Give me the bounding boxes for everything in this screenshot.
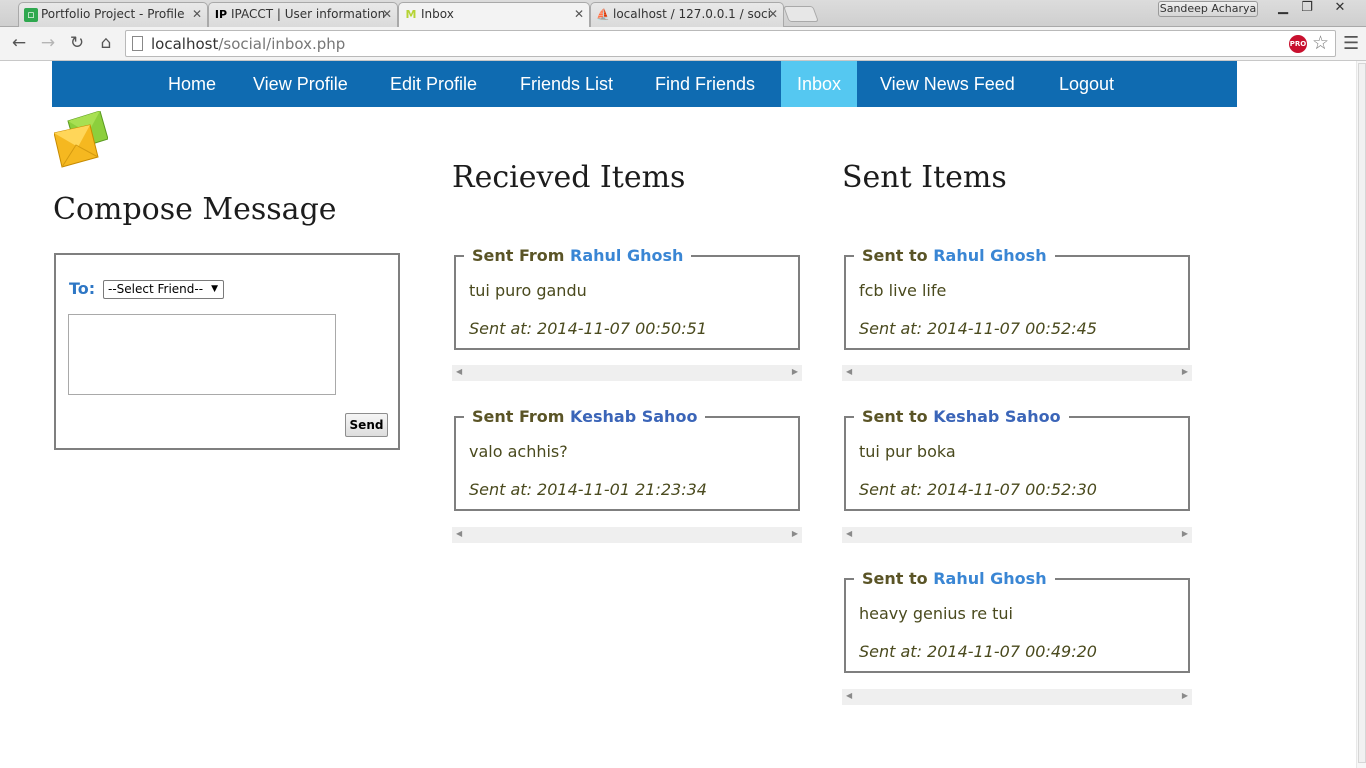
portfolio-icon: ▫ xyxy=(24,8,38,22)
send-button[interactable]: Send xyxy=(345,413,388,437)
tab-title: Inbox xyxy=(421,7,454,21)
message-body: tui puro gandu xyxy=(469,281,587,300)
page-viewport: Home View Profile Edit Profile Friends L… xyxy=(0,61,1366,768)
recipient-link[interactable]: Rahul Ghosh xyxy=(933,246,1046,265)
nav-view-news-feed[interactable]: View News Feed xyxy=(864,61,1031,107)
message-body: fcb live life xyxy=(859,281,947,300)
scroll-right-icon[interactable]: ▶ xyxy=(1182,367,1188,376)
tab-title: IPACCT | User information xyxy=(231,7,386,21)
to-label: To: xyxy=(69,279,96,298)
vertical-scrollbar[interactable] xyxy=(1356,61,1366,768)
browser-tab-portfolio[interactable]: ▫ Portfolio Project - Profile ✕ xyxy=(18,2,208,27)
horizontal-scrollbar[interactable]: ◀ ▶ xyxy=(452,527,802,543)
browser-menu-icon[interactable]: ☰ xyxy=(1343,33,1359,54)
message-sender: Sent From Rahul Ghosh xyxy=(464,246,692,266)
scroll-right-icon[interactable]: ▶ xyxy=(792,367,798,376)
message-timestamp: Sent at: 2014-11-07 00:52:45 xyxy=(859,319,1097,338)
minimize-icon[interactable]: ▁ xyxy=(1272,1,1294,17)
recipient-link[interactable]: Rahul Ghosh xyxy=(933,569,1046,588)
friend-select-value: --Select Friend-- xyxy=(108,282,204,296)
extension-pro-icon[interactable]: PRO xyxy=(1289,35,1307,53)
message-textarea[interactable] xyxy=(68,314,336,395)
browser-toolbar: ← → ↻ ⌂ localhost/social/inbox.php PRO ☆… xyxy=(0,27,1366,61)
envelope-icon xyxy=(54,111,108,168)
nav-edit-profile[interactable]: Edit Profile xyxy=(374,61,493,107)
browser-profile-button[interactable]: Sandeep Acharya xyxy=(1158,1,1258,17)
horizontal-scrollbar[interactable]: ◀ ▶ xyxy=(842,527,1192,543)
message-sender: Sent From Keshab Sahoo xyxy=(464,407,706,427)
received-heading: Recieved Items xyxy=(452,160,686,195)
scroll-left-icon[interactable]: ◀ xyxy=(456,367,462,376)
scroll-right-icon[interactable]: ▶ xyxy=(1182,529,1188,538)
page-icon xyxy=(132,36,143,51)
dropdown-arrow-icon: ▼ xyxy=(211,284,218,294)
sent-heading: Sent Items xyxy=(842,160,1007,195)
horizontal-scrollbar[interactable]: ◀ ▶ xyxy=(452,365,802,381)
message-recipient: Sent to Rahul Ghosh xyxy=(854,569,1055,589)
close-icon[interactable]: ✕ xyxy=(192,3,202,25)
tab-title: Portfolio Project - Profile xyxy=(41,7,185,21)
message-timestamp: Sent at: 2014-11-07 00:52:30 xyxy=(859,480,1097,499)
scrollbar-thumb[interactable] xyxy=(1358,63,1366,763)
received-message-card: Sent From Keshab Sahoo valo achhis? Sent… xyxy=(454,407,800,511)
reload-icon[interactable]: ↻ xyxy=(67,33,87,53)
address-url: localhost/social/inbox.php xyxy=(151,35,346,53)
ipacct-icon: IP xyxy=(214,8,228,21)
received-message-card: Sent From Rahul Ghosh tui puro gandu Sen… xyxy=(454,246,800,350)
nav-find-friends[interactable]: Find Friends xyxy=(639,61,771,107)
sender-link[interactable]: Rahul Ghosh xyxy=(570,246,683,265)
message-timestamp: Sent at: 2014-11-07 00:49:20 xyxy=(859,642,1097,661)
message-body: valo achhis? xyxy=(469,442,568,461)
nav-inbox[interactable]: Inbox xyxy=(781,61,858,107)
close-icon[interactable]: ✕ xyxy=(768,3,778,25)
new-tab-button[interactable] xyxy=(783,6,819,22)
restore-icon[interactable]: ❐ xyxy=(1296,1,1318,17)
browser-tabstrip: ▫ Portfolio Project - Profile ✕ IP IPACC… xyxy=(0,0,1366,28)
scroll-right-icon[interactable]: ▶ xyxy=(792,529,798,538)
nav-view-profile[interactable]: View Profile xyxy=(237,61,364,107)
nav-friends-list[interactable]: Friends List xyxy=(504,61,629,107)
sent-message-card: Sent to Rahul Ghosh heavy genius re tui … xyxy=(844,569,1190,673)
browser-tab-phpmyadmin[interactable]: ⛵ localhost / 127.0.0.1 / soci ✕ xyxy=(590,2,784,27)
scroll-left-icon[interactable]: ◀ xyxy=(846,529,852,538)
recipient-link[interactable]: Keshab Sahoo xyxy=(933,407,1060,426)
scroll-right-icon[interactable]: ▶ xyxy=(1182,691,1188,700)
close-icon[interactable]: ✕ xyxy=(574,3,584,25)
friend-select[interactable]: --Select Friend-- ▼ xyxy=(103,280,224,299)
sent-message-card: Sent to Rahul Ghosh fcb live life Sent a… xyxy=(844,246,1190,350)
bookmark-star-icon[interactable]: ☆ xyxy=(1312,32,1329,54)
compose-heading: Compose Message xyxy=(53,192,337,227)
window-close-icon[interactable]: ✕ xyxy=(1322,1,1358,17)
nav-home[interactable]: Home xyxy=(152,61,232,107)
message-recipient: Sent to Keshab Sahoo xyxy=(854,407,1069,427)
nav-logout[interactable]: Logout xyxy=(1043,61,1130,107)
message-timestamp: Sent at: 2014-11-07 00:50:51 xyxy=(469,319,707,338)
message-body: tui pur boka xyxy=(859,442,956,461)
address-bar[interactable]: localhost/social/inbox.php PRO ☆ xyxy=(125,30,1336,57)
compose-form: To: --Select Friend-- ▼ Send xyxy=(54,253,400,450)
tab-title: localhost / 127.0.0.1 / soci xyxy=(613,7,771,21)
phpmyadmin-icon: ⛵ xyxy=(596,8,610,21)
message-body: heavy genius re tui xyxy=(859,604,1013,623)
sent-message-card: Sent to Keshab Sahoo tui pur boka Sent a… xyxy=(844,407,1190,511)
message-timestamp: Sent at: 2014-11-01 21:23:34 xyxy=(469,480,707,499)
scroll-left-icon[interactable]: ◀ xyxy=(846,691,852,700)
scroll-left-icon[interactable]: ◀ xyxy=(846,367,852,376)
back-arrow-icon[interactable]: ← xyxy=(9,33,29,53)
scroll-left-icon[interactable]: ◀ xyxy=(456,529,462,538)
horizontal-scrollbar[interactable]: ◀ ▶ xyxy=(842,365,1192,381)
browser-tab-ipacct[interactable]: IP IPACCT | User information ✕ xyxy=(208,2,398,27)
browser-tab-inbox[interactable]: M Inbox ✕ xyxy=(398,2,590,28)
horizontal-scrollbar[interactable]: ◀ ▶ xyxy=(842,689,1192,705)
forward-arrow-icon[interactable]: → xyxy=(38,33,58,53)
gmail-icon: M xyxy=(405,8,417,21)
main-navbar: Home View Profile Edit Profile Friends L… xyxy=(52,61,1237,107)
sender-link[interactable]: Keshab Sahoo xyxy=(570,407,697,426)
close-icon[interactable]: ✕ xyxy=(382,3,392,25)
message-recipient: Sent to Rahul Ghosh xyxy=(854,246,1055,266)
home-icon[interactable]: ⌂ xyxy=(96,33,116,53)
